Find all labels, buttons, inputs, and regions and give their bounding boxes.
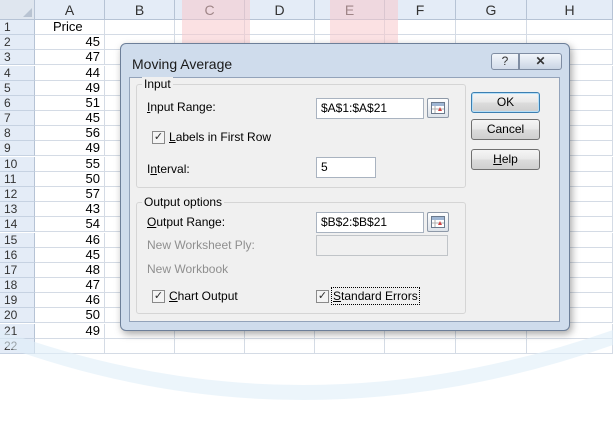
column-header-f[interactable]: F: [385, 0, 456, 20]
cell[interactable]: 47: [35, 50, 105, 65]
output-range-label: Output Range:: [147, 215, 226, 229]
row-header[interactable]: 19: [0, 293, 35, 308]
cell[interactable]: 49: [35, 324, 105, 339]
cell[interactable]: 55: [35, 157, 105, 172]
help-icon: ?: [501, 54, 509, 68]
cell[interactable]: 49: [35, 141, 105, 156]
cell[interactable]: [105, 20, 175, 35]
cell[interactable]: [175, 339, 245, 354]
close-icon: ✕: [535, 54, 546, 68]
input-range-collapse-button[interactable]: [427, 98, 449, 118]
ok-button[interactable]: OK: [471, 92, 540, 113]
help-button[interactable]: Help: [471, 149, 540, 170]
row-header[interactable]: 16: [0, 248, 35, 263]
cell[interactable]: [385, 339, 456, 354]
cell[interactable]: 44: [35, 66, 105, 81]
cell[interactable]: [35, 339, 105, 354]
cell[interactable]: [315, 339, 385, 354]
title-close-button[interactable]: ✕: [519, 53, 562, 70]
row-header[interactable]: 17: [0, 263, 35, 278]
cell[interactable]: [105, 339, 175, 354]
row-header[interactable]: 18: [0, 278, 35, 293]
row-header[interactable]: 10: [0, 157, 35, 172]
labels-first-row-checkbox[interactable]: ✓: [152, 131, 165, 144]
row-header[interactable]: 12: [0, 187, 35, 202]
cell[interactable]: 46: [35, 233, 105, 248]
output-group-label: Output options: [142, 195, 225, 209]
cell[interactable]: 45: [35, 248, 105, 263]
cell[interactable]: [245, 20, 315, 35]
row-header[interactable]: 1: [0, 20, 35, 35]
cell[interactable]: [245, 339, 315, 354]
cell[interactable]: [315, 20, 385, 35]
cell[interactable]: 49: [35, 81, 105, 96]
cell[interactable]: Price: [35, 20, 105, 35]
row-header[interactable]: 21: [0, 324, 35, 339]
cell[interactable]: 46: [35, 293, 105, 308]
row-header[interactable]: 4: [0, 66, 35, 81]
cell[interactable]: 48: [35, 263, 105, 278]
standard-errors-checkbox[interactable]: ✓: [316, 290, 329, 303]
column-header-c[interactable]: C: [175, 0, 245, 20]
cell[interactable]: [385, 20, 456, 35]
row-header[interactable]: 9: [0, 141, 35, 156]
new-worksheet-ply-field: [316, 235, 448, 256]
cell[interactable]: [456, 20, 527, 35]
row-header[interactable]: 7: [0, 111, 35, 126]
cell[interactable]: 54: [35, 217, 105, 232]
labels-first-row-label: Labels in First Row: [169, 130, 272, 144]
row-header[interactable]: 20: [0, 308, 35, 323]
row-header[interactable]: 13: [0, 202, 35, 217]
cell[interactable]: 57: [35, 187, 105, 202]
column-header-d[interactable]: D: [245, 0, 315, 20]
input-group-label: Input: [142, 77, 173, 91]
moving-average-dialog: Moving Average ? ✕ Input Input Range: $A…: [120, 43, 570, 331]
chart-output-checkbox[interactable]: ✓: [152, 290, 165, 303]
row-header[interactable]: 8: [0, 126, 35, 141]
cell[interactable]: [527, 339, 613, 354]
cell[interactable]: 43: [35, 202, 105, 217]
dialog-client-area: Input Input Range: $A$1:$A$21 ✓ Labels i…: [129, 77, 560, 322]
column-header-e[interactable]: E: [315, 0, 385, 20]
input-range-field[interactable]: $A$1:$A$21: [316, 98, 424, 119]
row-header[interactable]: 14: [0, 217, 35, 232]
title-help-button[interactable]: ?: [491, 53, 519, 70]
column-header-a[interactable]: A: [35, 0, 105, 20]
cell[interactable]: 50: [35, 172, 105, 187]
output-range-field[interactable]: $B$2:$B$21: [316, 212, 424, 233]
dialog-title: Moving Average: [132, 56, 233, 72]
cell[interactable]: [175, 20, 245, 35]
cell[interactable]: 45: [35, 35, 105, 50]
standard-errors-label: Standard Errors: [331, 287, 420, 305]
row-header[interactable]: 2: [0, 35, 35, 50]
cell[interactable]: [456, 339, 527, 354]
cell[interactable]: 47: [35, 278, 105, 293]
column-header-b[interactable]: B: [105, 0, 175, 20]
cell[interactable]: 50: [35, 308, 105, 323]
row-header[interactable]: 11: [0, 172, 35, 187]
cell[interactable]: [527, 20, 613, 35]
output-range-collapse-button[interactable]: [427, 212, 449, 232]
row-header[interactable]: 5: [0, 81, 35, 96]
row-header[interactable]: 15: [0, 233, 35, 248]
interval-label: Interval:: [147, 162, 190, 176]
cancel-button[interactable]: Cancel: [471, 119, 540, 140]
cell[interactable]: 51: [35, 96, 105, 111]
row-header[interactable]: 6: [0, 96, 35, 111]
new-workbook-label: New Workbook: [147, 262, 229, 276]
new-worksheet-ply-label: New Worksheet Ply:: [147, 238, 255, 252]
cell[interactable]: 56: [35, 126, 105, 141]
range-collapse-icon: [431, 102, 445, 114]
column-header-h[interactable]: H: [527, 0, 613, 20]
input-range-label: Input Range:: [147, 100, 216, 114]
range-collapse-icon: [431, 216, 445, 228]
cell[interactable]: 45: [35, 111, 105, 126]
interval-field[interactable]: 5: [316, 157, 376, 178]
row-header[interactable]: 3: [0, 50, 35, 65]
select-all-corner[interactable]: [0, 0, 35, 20]
column-header-g[interactable]: G: [456, 0, 527, 20]
chart-output-label: Chart Output: [169, 289, 238, 303]
row-header[interactable]: 22: [0, 339, 35, 354]
